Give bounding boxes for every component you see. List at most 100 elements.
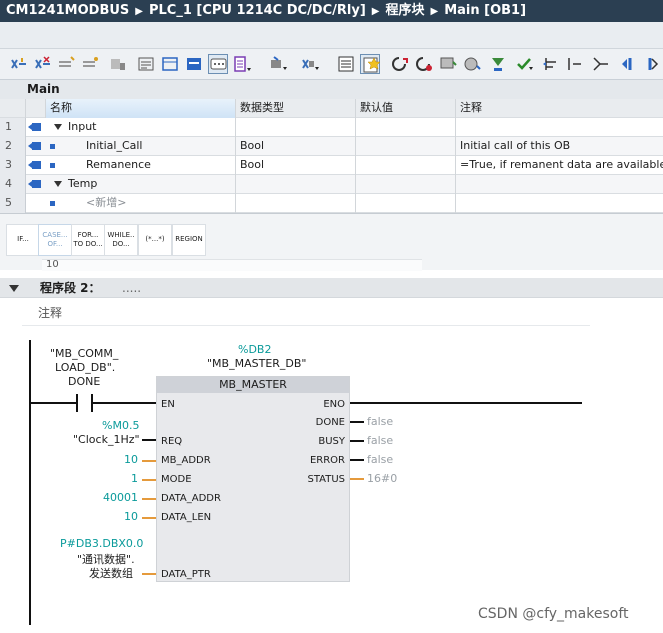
network-title: 程序段 2： [40, 281, 101, 295]
instance-db-address: %DB2 [238, 343, 272, 356]
row-comment[interactable] [456, 175, 663, 194]
row-type[interactable] [236, 194, 356, 213]
row-name[interactable]: Remanence [82, 156, 236, 175]
data-addr-value[interactable]: 40001 [103, 491, 138, 504]
download-icon[interactable] [488, 54, 508, 74]
insert-coil-icon[interactable] [268, 54, 288, 74]
insert-row-icon[interactable] [56, 54, 76, 74]
table-row[interactable]: 4 Temp [0, 175, 663, 194]
header-default[interactable]: 默认值 [356, 99, 456, 118]
list-view-icon[interactable] [336, 54, 356, 74]
collapse-network-icon[interactable] [9, 285, 19, 292]
table-row[interactable]: 1 Input [0, 118, 663, 137]
expand-triangle-icon[interactable] [54, 181, 62, 187]
instr-region-button[interactable]: REGION [172, 224, 206, 256]
variable-table-icon[interactable] [184, 54, 204, 74]
table-row[interactable]: 3 Remanence Bool =True, if remanent data… [0, 156, 663, 175]
data-len-value[interactable]: 10 [124, 510, 138, 523]
row-type[interactable]: Bool [236, 137, 356, 156]
watermark: CSDN @cfy_makesoft [478, 606, 629, 622]
row-name[interactable]: Temp [64, 175, 236, 194]
instr-while-button[interactable]: WHILE.. DO... [104, 224, 138, 256]
network-comment-box[interactable]: 注释 [22, 298, 590, 326]
contact-left-bar[interactable] [76, 394, 78, 412]
network-title-comment[interactable]: ..... [122, 278, 141, 298]
outdent-icon[interactable] [564, 54, 584, 74]
network-header[interactable]: 程序段 2： ..... [0, 278, 663, 298]
row-type[interactable] [236, 118, 356, 137]
instr-comment-button[interactable]: (*...*) [138, 224, 172, 256]
go-online-icon[interactable] [390, 54, 410, 74]
contact-tag-line2: LOAD_DB". [55, 361, 116, 374]
add-row-icon[interactable] [80, 54, 100, 74]
header-blank [0, 99, 26, 118]
row-comment[interactable] [456, 194, 663, 213]
row-default[interactable] [356, 156, 456, 175]
mode-value[interactable]: 1 [131, 472, 138, 485]
breadcrumb-item-blocks[interactable]: 程序块 [385, 3, 424, 18]
busy-wire [350, 440, 364, 442]
breadcrumb-item-project[interactable]: CM1241MODBUS [6, 3, 129, 18]
jump-icon[interactable] [590, 54, 610, 74]
variable-bullet-icon [50, 144, 55, 149]
add-new-row[interactable]: <新增> [82, 194, 236, 213]
pin-eno: ENO [323, 399, 345, 410]
next-error-icon[interactable] [642, 54, 662, 74]
row-default[interactable] [356, 118, 456, 137]
comment-toggle-icon[interactable] [208, 54, 228, 74]
favorite-icon[interactable] [360, 54, 381, 74]
monitor-icon[interactable] [438, 54, 458, 74]
row-type[interactable]: Bool [236, 156, 356, 175]
header-name[interactable]: 名称 [46, 99, 236, 118]
row-number: 5 [0, 194, 26, 213]
input-section-icon [28, 122, 42, 132]
block-interface-table: 名称 数据类型 默认值 注释 1 Input 2 Initial_Call Bo… [0, 99, 663, 218]
mb-master-block[interactable]: MB_MASTER EN REQ MB_ADDR MODE DATA_ADDR … [156, 376, 350, 582]
previous-error-icon[interactable] [618, 54, 638, 74]
data-len-wire [142, 517, 156, 519]
row-default[interactable] [356, 137, 456, 156]
busy-value: false [367, 434, 394, 447]
row-default[interactable] [356, 194, 456, 213]
row-name[interactable]: Initial_Call [82, 137, 236, 156]
insert-network-icon[interactable] [8, 54, 28, 74]
header-comment[interactable]: 注释 [456, 99, 663, 118]
header-type[interactable]: 数据类型 [236, 99, 356, 118]
instr-if-button[interactable]: IF... [6, 224, 40, 256]
done-wire [350, 421, 364, 423]
block-layout-icon[interactable] [160, 54, 180, 74]
insert-box-icon[interactable] [232, 54, 252, 74]
row-default[interactable] [356, 175, 456, 194]
table-row[interactable]: 5 <新增> [0, 194, 663, 213]
check-icon[interactable] [514, 54, 534, 74]
pin-data-addr: DATA_ADDR [161, 493, 221, 504]
table-row[interactable]: 2 Initial_Call Bool Initial call of this… [0, 137, 663, 156]
data-ptr-tag-line2[interactable]: 发送数组 [89, 565, 133, 581]
insert-contact-icon[interactable] [300, 54, 320, 74]
row-comment[interactable] [456, 118, 663, 137]
mb-addr-value[interactable]: 10 [124, 453, 138, 466]
instr-case-button[interactable]: CASE... OF... [38, 224, 72, 256]
contact-tag-line1: "MB_COMM_ [50, 347, 119, 360]
req-tag[interactable]: "Clock_1Hz" [73, 433, 140, 446]
instance-db-name[interactable]: "MB_MASTER_DB" [207, 357, 306, 370]
row-number: 2 [0, 137, 26, 156]
row-comment[interactable]: Initial call of this OB [456, 137, 663, 156]
compile-icon[interactable] [462, 54, 482, 74]
row-type[interactable] [236, 175, 356, 194]
delete-network-icon[interactable] [32, 54, 52, 74]
editor-toolbar [0, 49, 663, 80]
align-left-icon[interactable] [136, 54, 156, 74]
mode-wire [142, 479, 156, 481]
pointer-icon[interactable] [108, 54, 128, 74]
indent-icon[interactable] [540, 54, 560, 74]
row-comment[interactable]: =True, if remanent data are available [456, 156, 663, 175]
go-offline-icon[interactable] [414, 54, 434, 74]
breadcrumb-item-plc[interactable]: PLC_1 [CPU 1214C DC/DC/Rly] [149, 3, 366, 18]
breadcrumb-item-main[interactable]: Main [OB1] [444, 3, 526, 18]
expand-triangle-icon[interactable] [54, 124, 62, 130]
instr-for-button[interactable]: FOR... TO DO... [71, 224, 105, 256]
row-name[interactable]: Input [64, 118, 236, 137]
eno-wire [350, 402, 582, 404]
pin-req: REQ [161, 436, 183, 447]
